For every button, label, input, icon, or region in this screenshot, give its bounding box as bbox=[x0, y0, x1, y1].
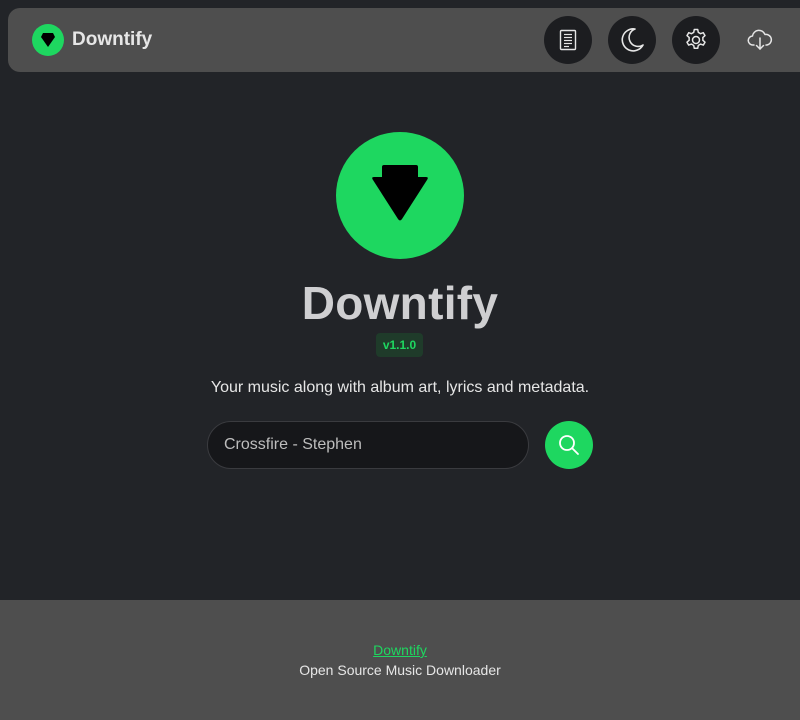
search-input[interactable] bbox=[207, 421, 529, 469]
document-button[interactable] bbox=[544, 16, 592, 64]
downtify-logo-icon bbox=[32, 24, 64, 56]
gear-icon bbox=[686, 28, 706, 50]
brand-link[interactable]: Downtify bbox=[32, 24, 152, 56]
theme-toggle-button[interactable] bbox=[608, 16, 656, 64]
settings-button[interactable] bbox=[672, 16, 720, 64]
document-icon bbox=[559, 29, 577, 51]
search-icon bbox=[559, 435, 579, 455]
downtify-hero-logo-icon bbox=[336, 132, 464, 259]
brand-name: Downtify bbox=[72, 29, 153, 50]
app-title: Downtify bbox=[301, 277, 499, 329]
footer-link-wrapper: Downtify bbox=[0, 642, 800, 658]
downloads-button[interactable] bbox=[736, 16, 784, 64]
footer: Downtify Open Source Music Downloader bbox=[0, 600, 800, 720]
cloud-download-icon bbox=[747, 29, 773, 50]
tagline: Your music along with album art, lyrics … bbox=[210, 379, 590, 396]
footer-downtify-link[interactable]: Downtify bbox=[373, 642, 427, 658]
navbar: Downtify bbox=[8, 8, 800, 72]
moon-icon bbox=[621, 28, 644, 52]
footer-description: Open Source Music Downloader bbox=[299, 662, 501, 678]
main-content: Downtify v1.1.0 Your music along with al… bbox=[0, 72, 800, 600]
version-badge: v1.1.0 bbox=[376, 333, 423, 357]
search-button[interactable] bbox=[545, 421, 593, 469]
